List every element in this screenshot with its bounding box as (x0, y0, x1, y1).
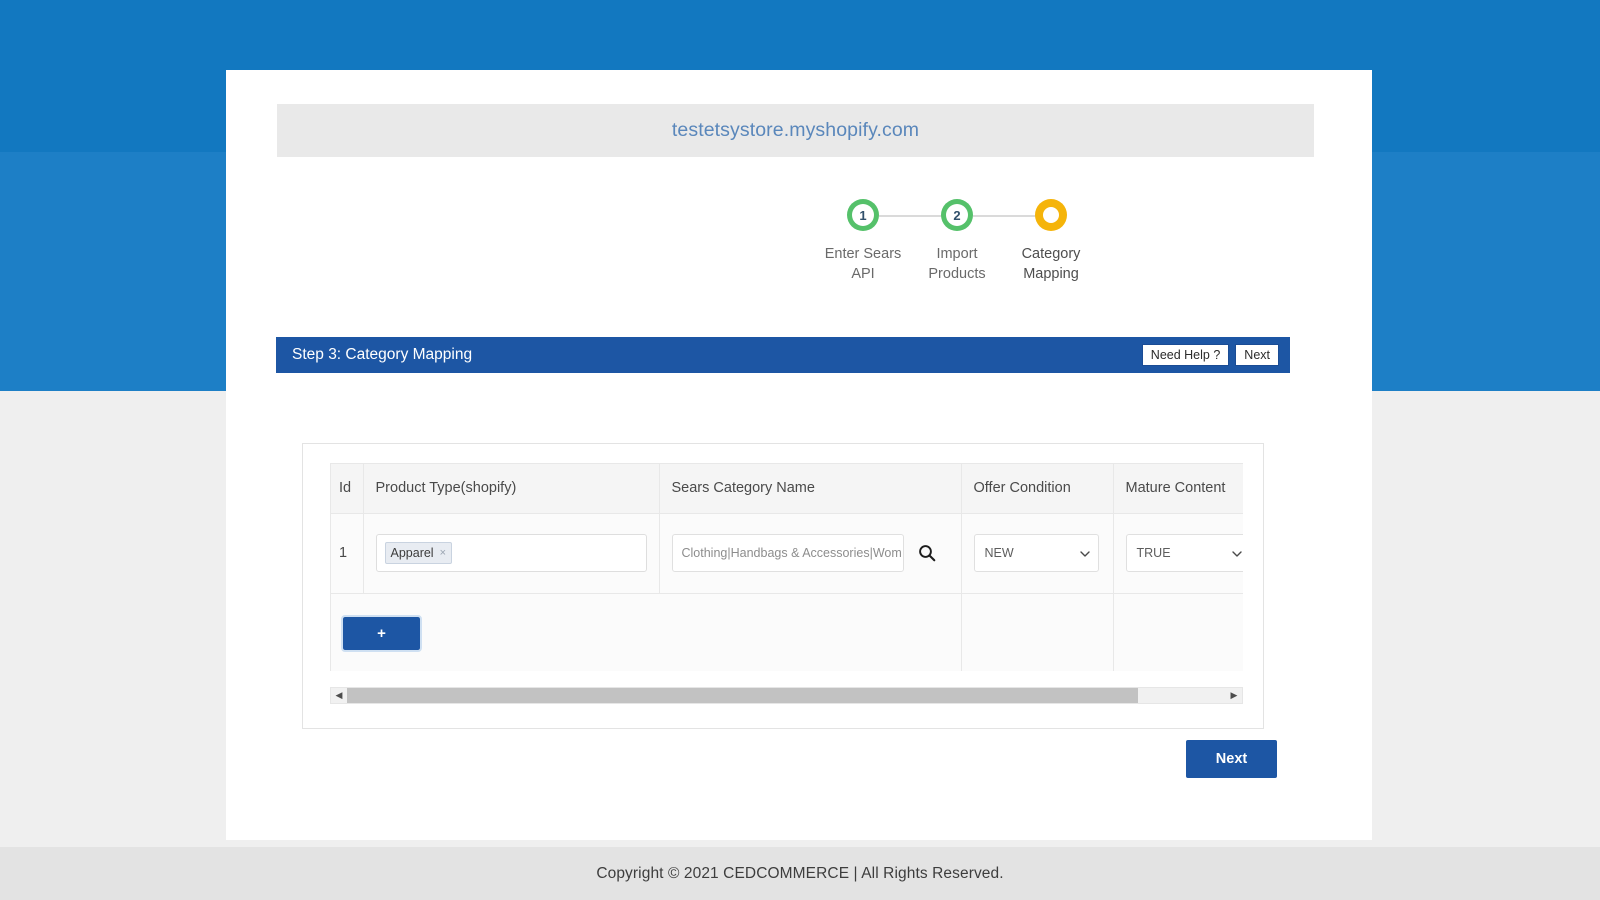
close-icon[interactable]: × (440, 547, 446, 559)
add-mapping-row-button[interactable]: + (341, 614, 422, 652)
store-url-text: testetsystore.myshopify.com (671, 119, 920, 141)
mature-content-select[interactable]: TRUE (1125, 534, 1243, 572)
copyright-text: Copyright © 2021 CEDCOMMERCE | All Right… (596, 864, 1004, 882)
mature-content-value: TRUE (1136, 546, 1171, 560)
step-1-circle-icon: 1 (847, 199, 879, 231)
mapping-table-head: Id Product Type(shopify) Sears Category … (331, 464, 1243, 514)
offer-condition-select[interactable]: NEW (973, 534, 1099, 572)
row-id-cell: 1 (331, 513, 364, 594)
step-3-circle-icon (1035, 199, 1067, 231)
step-3-caption: Category Mapping (996, 244, 1106, 284)
search-icon[interactable] (916, 542, 938, 564)
stepper-step-category-mapping[interactable]: Category Mapping (996, 190, 1106, 284)
product-type-tag[interactable]: Apparel × (384, 542, 453, 564)
sears-category-input[interactable]: Clothing|Handbags & Accessories|Wom (671, 534, 904, 572)
row-product-type-cell: Apparel × (363, 513, 660, 594)
product-type-input[interactable]: Apparel × (375, 534, 647, 572)
step-1-number: 1 (859, 207, 867, 223)
column-header-mature-content: Mature Content (1113, 464, 1243, 514)
row-sears-category-cell: Clothing|Handbags & Accessories|Wom (659, 513, 962, 594)
need-help-button[interactable]: Need Help ? (1141, 344, 1230, 366)
mapping-table-body: 1 Apparel × Clothing|Handbags & Accessor… (331, 513, 1243, 671)
add-row-spacer-mature (1113, 593, 1243, 671)
step-3-label-line1: Category (1021, 246, 1081, 262)
chevron-down-icon (1231, 548, 1242, 558)
step-header-bar: Step 3: Category Mapping Need Help ? Nex… (276, 337, 1290, 373)
table-row: 1 Apparel × Clothing|Handbags & Accessor… (331, 513, 1243, 594)
add-row-spacer-offer (961, 593, 1114, 671)
add-row: + (331, 593, 1243, 671)
sears-category-search-group: Clothing|Handbags & Accessories|Wom (671, 534, 949, 572)
column-header-sears-category: Sears Category Name (659, 464, 962, 514)
column-header-id: Id (331, 464, 364, 514)
product-type-tag-label: Apparel (390, 546, 434, 560)
horizontal-scrollbar[interactable]: ◀ ▶ (330, 687, 1243, 704)
step-header-title: Step 3: Category Mapping (292, 346, 473, 363)
progress-stepper: 1 Enter Sears API 2 Import Products Cate… (786, 190, 1116, 300)
scrollbar-thumb[interactable] (347, 688, 1139, 703)
category-mapping-table: Id Product Type(shopify) Sears Category … (331, 464, 1243, 671)
row-offer-condition-cell: NEW (961, 513, 1114, 594)
step-3-label-line2: Mapping (1023, 266, 1079, 282)
scroll-right-arrow-icon[interactable]: ▶ (1226, 688, 1242, 703)
chevron-down-icon (1079, 548, 1090, 558)
column-header-product-type: Product Type(shopify) (363, 464, 660, 514)
scroll-left-arrow-icon[interactable]: ◀ (331, 688, 347, 703)
step-2-circle-icon: 2 (941, 199, 973, 231)
step-2-number: 2 (953, 207, 961, 223)
category-mapping-panel: Id Product Type(shopify) Sears Category … (302, 443, 1264, 729)
offer-condition-value: NEW (984, 546, 1014, 560)
scrollbar-track[interactable] (347, 688, 1226, 703)
column-header-offer-condition: Offer Condition (961, 464, 1114, 514)
mapping-table-scroll-area: Id Product Type(shopify) Sears Category … (330, 463, 1243, 671)
next-button-bottom[interactable]: Next (1186, 740, 1277, 778)
add-row-cell: + (331, 593, 962, 671)
app-page: testetsystore.myshopify.com 1 Enter Sear… (0, 0, 1600, 900)
mapping-header-row: Id Product Type(shopify) Sears Category … (331, 464, 1243, 514)
row-mature-content-cell: TRUE (1113, 513, 1243, 594)
store-url-strip: testetsystore.myshopify.com (277, 104, 1314, 157)
page-footer: Copyright © 2021 CEDCOMMERCE | All Right… (0, 847, 1600, 900)
next-button-header[interactable]: Next (1235, 344, 1279, 366)
